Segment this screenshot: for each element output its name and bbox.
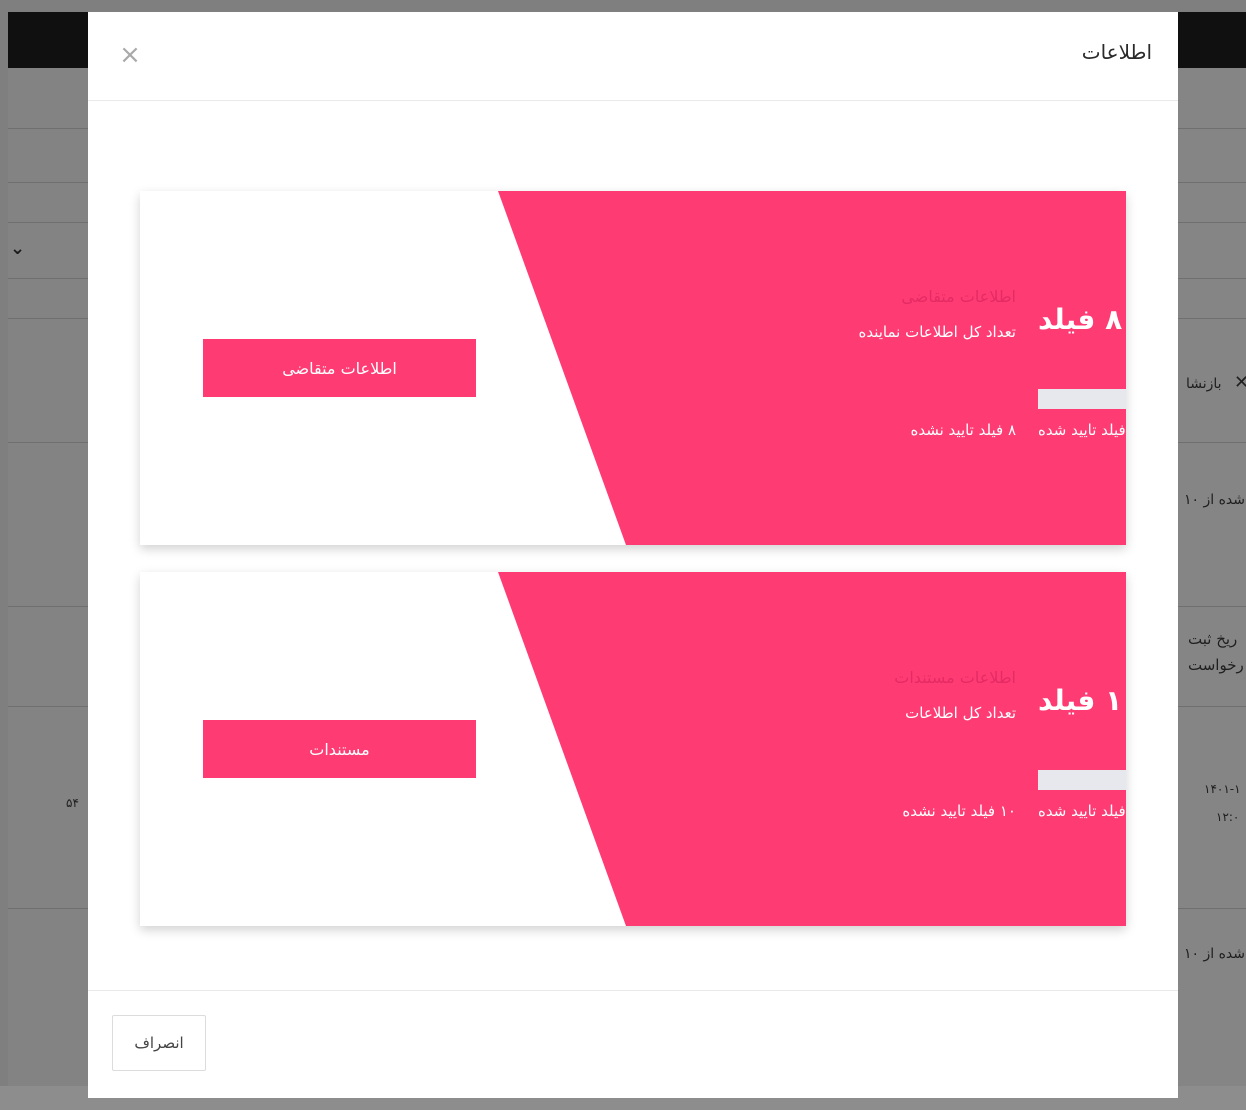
card-description: تعداد کل اطلاعات <box>905 704 1016 722</box>
card-unverified-count: ۸ فیلد تایید نشده <box>910 421 1016 439</box>
info-card-documents: اطلاعات مستندات تعداد کل اطلاعات ۱۰ فیلد… <box>140 572 1126 926</box>
card-unverified-count: ۱۰ فیلد تایید نشده <box>902 802 1016 820</box>
background-divider <box>8 182 88 183</box>
info-modal: اطلاعات × اطلاعات متقاضی تعداد کل اطلاعا… <box>88 12 1178 1098</box>
background-text-date-label: ریخ ثبت <box>1188 630 1238 648</box>
card-category: اطلاعات مستندات <box>894 668 1016 687</box>
background-text-value: ۵۴ <box>66 796 79 810</box>
card-progress-bar <box>1038 770 1126 790</box>
card-verified-count: ۰ فیلد تایید شده <box>1038 421 1126 439</box>
background-text-request-label: رخواست <box>1188 656 1244 674</box>
background-divider <box>1178 908 1246 909</box>
background-divider <box>1178 278 1246 279</box>
card-accent-panel: اطلاعات مستندات تعداد کل اطلاعات ۱۰ فیلد… <box>498 572 1126 926</box>
cancel-button[interactable]: انصراف <box>112 1015 206 1071</box>
background-divider <box>1178 128 1246 129</box>
documents-button[interactable]: مستندات <box>203 720 476 778</box>
card-field-count: ۸ فیلد <box>1038 303 1123 336</box>
close-icon[interactable]: × <box>118 42 142 68</box>
background-divider <box>8 606 88 607</box>
card-accent-panel: اطلاعات متقاضی تعداد کل اطلاعات نماینده … <box>498 191 1126 545</box>
background-text-progress: شده از ۱۰ <box>1184 946 1246 962</box>
background-divider <box>1178 606 1246 607</box>
background-divider <box>8 128 88 129</box>
applicant-info-button[interactable]: اطلاعات متقاضی <box>203 339 476 397</box>
background-divider <box>1178 182 1246 183</box>
background-divider <box>8 706 88 707</box>
background-text-date: ۱۴۰۱-۱ <box>1204 782 1241 796</box>
chevron-down-icon: ⌄ <box>10 238 26 259</box>
background-divider <box>1178 318 1246 319</box>
background-text-reset: بازنشا <box>1186 376 1222 392</box>
card-progress-bar <box>1038 389 1126 409</box>
card-category: اطلاعات متقاضی <box>901 287 1016 306</box>
card-field-count: ۱۰ فیلد <box>1038 684 1126 717</box>
background-divider <box>8 908 88 909</box>
modal-header: اطلاعات × <box>88 12 1178 101</box>
background-left-panel <box>8 68 88 1110</box>
background-divider <box>1178 442 1246 443</box>
background-divider <box>1178 706 1246 707</box>
card-description: تعداد کل اطلاعات نماینده <box>858 323 1017 341</box>
background-divider <box>1178 222 1246 223</box>
card-verified-count: ۰ فیلد تایید شده <box>1038 802 1126 820</box>
modal-footer: انصراف <box>88 990 1178 1099</box>
info-card-applicant: اطلاعات متقاضی تعداد کل اطلاعات نماینده … <box>140 191 1126 545</box>
background-text-progress: شده از ۱۰ <box>1184 492 1246 508</box>
background-divider <box>8 278 88 279</box>
background-text-time: ۱۲:۰ <box>1216 810 1240 824</box>
background-divider <box>8 318 88 319</box>
close-icon: ✕ <box>1234 372 1246 393</box>
modal-title: اطلاعات <box>1081 40 1152 64</box>
background-divider <box>8 222 88 223</box>
background-divider <box>8 442 88 443</box>
